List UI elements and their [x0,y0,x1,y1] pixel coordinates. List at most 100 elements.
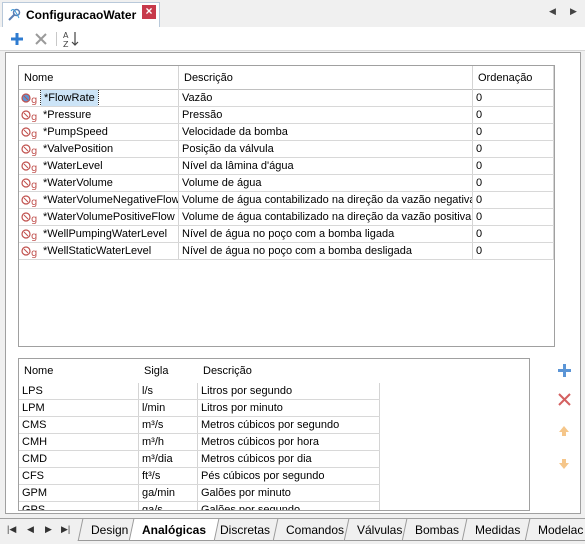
column-header-name[interactable]: Nome [19,66,179,90]
name-cell[interactable]: LPM [19,400,139,416]
add-button[interactable] [8,30,26,48]
name-cell[interactable]: GPM [19,485,139,501]
table-row[interactable]: CMD m³/dia Metros cúbicos por dia [19,451,380,468]
description-cell[interactable]: Litros por minuto [198,400,380,416]
scroll-right-icon[interactable]: ▶ [570,6,577,17]
name-cell[interactable]: g *WaterLevel [19,158,179,174]
last-tab-icon[interactable]: ▶| [61,524,70,535]
name-cell[interactable]: CMH [19,434,139,450]
sigla-cell[interactable]: ga/min [139,485,198,501]
description-cell[interactable]: Litros por segundo [198,383,380,399]
description-cell[interactable]: Nível de água no poço com a bomba deslig… [179,243,473,259]
order-cell[interactable]: 0 [473,243,554,259]
column-header-order[interactable]: Ordenação [473,66,554,90]
name-cell[interactable]: g *WellPumpingWaterLevel [19,226,179,242]
description-cell[interactable]: Vazão [179,90,473,106]
table-row[interactable]: LPM l/min Litros por minuto [19,400,380,417]
sigla-cell[interactable]: m³/h [139,434,198,450]
sigla-cell[interactable]: l/min [139,400,198,416]
name-cell[interactable]: g *Pressure [19,107,179,123]
variable-name: *WellPumpingWaterLevel [43,228,168,240]
delete-unit-button[interactable] [554,389,574,409]
sigla-cell[interactable]: m³/dia [139,451,198,467]
order-cell[interactable]: 0 [473,107,554,123]
move-down-button[interactable] [554,454,574,474]
table-row[interactable]: g *Pressure Pressão 0 [19,107,554,124]
description-cell[interactable]: Metros cúbicos por hora [198,434,380,450]
table-row[interactable]: LPS l/s Litros por segundo [19,383,380,400]
column-header-sigla[interactable]: Sigla [139,359,198,383]
table-row[interactable]: GPM ga/min Galões por minuto [19,485,380,502]
description-cell[interactable]: Galões por minuto [198,485,380,501]
name-cell[interactable]: g *WellStaticWaterLevel [19,243,179,259]
description-cell[interactable]: Metros cúbicos por dia [198,451,380,467]
sigla-cell[interactable]: ga/s [139,502,198,510]
sigla-cell[interactable]: l/s [139,383,198,399]
sort-button[interactable]: A Z [62,30,80,48]
sigla-cell[interactable]: m³/s [139,417,198,433]
column-header-description[interactable]: Descrição [198,359,398,383]
move-up-button[interactable] [554,421,574,441]
description-cell[interactable]: Volume de água contabilizado na direção … [179,192,473,208]
name-cell[interactable]: g *WaterVolumeNegativeFlow [19,192,179,208]
description-cell[interactable]: Pés cúbicos por segundo [198,468,380,484]
name-cell[interactable]: g *WaterVolumePositiveFlow [19,209,179,225]
name-cell[interactable]: g *ValvePosition [19,141,179,157]
scroll-left-icon[interactable]: ◀ [549,6,556,17]
order-cell[interactable]: 0 [473,158,554,174]
order-cell[interactable]: 0 [473,175,554,191]
document-tab[interactable]: ConfiguracaoWater [2,2,160,27]
previous-tab-icon[interactable]: ◀ [27,524,34,535]
first-tab-icon[interactable]: |◀ [7,524,16,535]
table-row[interactable]: g *WaterVolumePositiveFlow Volume de água … [19,209,554,226]
sheet-tab[interactable]: Medidas [461,519,534,541]
table-row[interactable]: g *ValvePosition Posição da válvula 0 [19,141,554,158]
description-cell[interactable]: Metros cúbicos por segundo [198,417,380,433]
table-row[interactable]: g *WaterLevel Nível da lâmina d'água 0 [19,158,554,175]
order-cell[interactable]: 0 [473,141,554,157]
table-row[interactable]: CMH m³/h Metros cúbicos por hora [19,434,380,451]
table-row[interactable]: GPS ga/s Galões por segundo [19,502,380,510]
add-unit-button[interactable] [554,360,574,380]
sheet-tab[interactable]: Analógicas [128,519,220,541]
svg-text:g: g [31,231,37,241]
description-cell[interactable]: Volume de água [179,175,473,191]
table-row[interactable]: g *WellPumpingWaterLevel Nível de água no … [19,226,554,243]
name-cell[interactable]: LPS [19,383,139,399]
name-cell[interactable]: CMS [19,417,139,433]
order-cell[interactable]: 0 [473,90,554,106]
description-cell[interactable]: Pressão [179,107,473,123]
name-cell[interactable]: g *WaterVolume [19,175,179,191]
column-header-name[interactable]: Nome [19,359,139,383]
table-row[interactable]: g *FlowRate Vazão 0 [19,90,554,107]
column-header-description[interactable]: Descrição [179,66,473,90]
order-cell[interactable]: 0 [473,209,554,225]
delete-button[interactable] [32,30,50,48]
units-grid-header: Nome Sigla Descrição [19,359,529,383]
name-cell[interactable]: CMD [19,451,139,467]
description-cell[interactable]: Galões por segundo [198,502,380,510]
description-cell[interactable]: Velocidade da bomba [179,124,473,140]
next-tab-icon[interactable]: ▶ [45,524,52,535]
sigla-cell[interactable]: ft³/s [139,468,198,484]
table-row[interactable]: g *WaterVolumeNegativeFlow Volume de água … [19,192,554,209]
name-cell[interactable]: g *FlowRate [19,90,179,106]
name-cell[interactable]: GPS [19,502,139,510]
close-icon[interactable]: × [142,5,156,19]
name-cell[interactable]: g *PumpSpeed [19,124,179,140]
description-cell[interactable]: Posição da válvula [179,141,473,157]
order-cell[interactable]: 0 [473,226,554,242]
order-cell[interactable]: 0 [473,192,554,208]
table-row[interactable]: CFS ft³/s Pés cúbicos por segundo [19,468,380,485]
description-cell[interactable]: Nível da lâmina d'água [179,158,473,174]
table-row[interactable]: g *PumpSpeed Velocidade da bomba 0 [19,124,554,141]
sheet-tab[interactable]: Modelac [524,519,585,541]
name-cell[interactable]: CFS [19,468,139,484]
order-cell[interactable]: 0 [473,124,554,140]
table-row[interactable]: CMS m³/s Metros cúbicos por segundo [19,417,380,434]
table-row[interactable]: g *WellStaticWaterLevel Nível de água no p… [19,243,554,260]
description-cell[interactable]: Volume de água contabilizado na direção … [179,209,473,225]
table-row[interactable]: g *WaterVolume Volume de água 0 [19,175,554,192]
sheet-tab-label: Bombas [415,523,460,537]
description-cell[interactable]: Nível de água no poço com a bomba ligada [179,226,473,242]
